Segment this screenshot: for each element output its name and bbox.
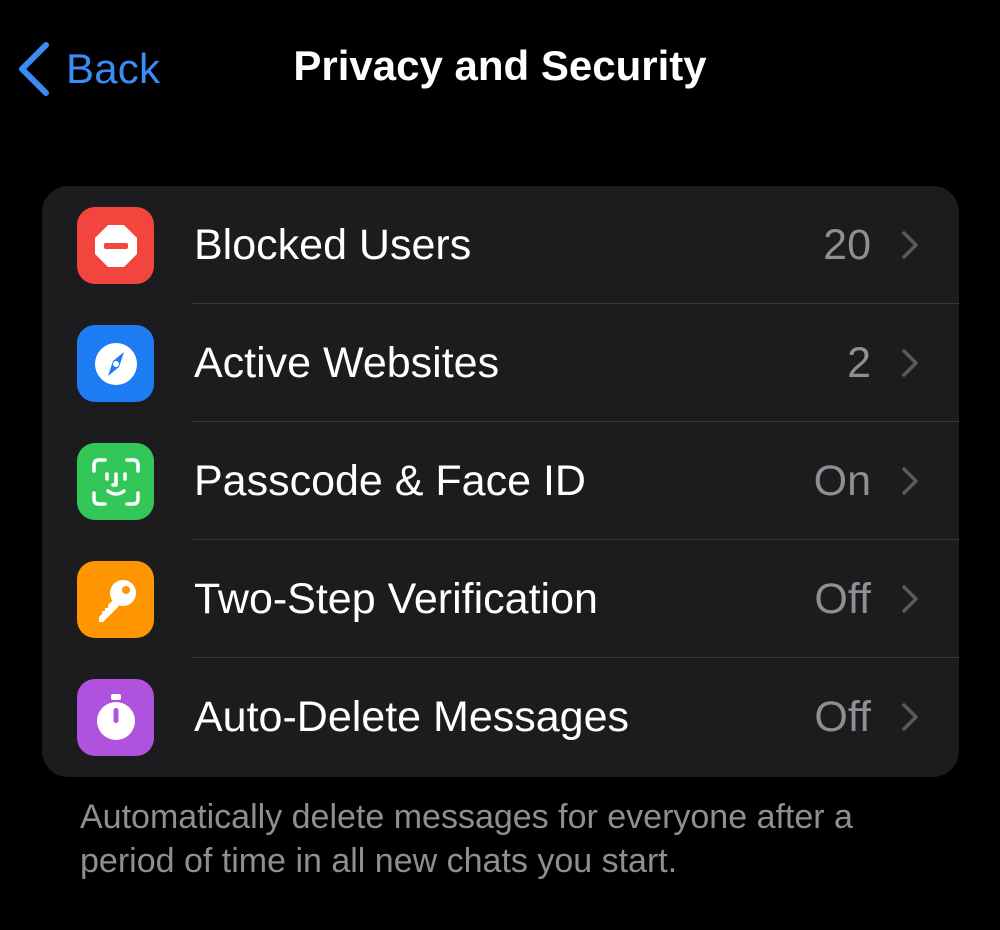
auto-delete-messages-row[interactable]: Auto-Delete Messages Off: [42, 658, 959, 776]
privacy-security-screen: Back Privacy and Security Blocked Users …: [0, 0, 1000, 930]
auto-delete-messages-status: Off: [814, 693, 871, 741]
key-icon: [77, 561, 154, 638]
no-entry-icon: [77, 207, 154, 284]
blocked-users-row[interactable]: Blocked Users 20: [42, 186, 959, 304]
blocked-users-label: Blocked Users: [194, 221, 472, 269]
auto-delete-messages-label: Auto-Delete Messages: [194, 693, 629, 741]
navigation-bar: Back Privacy and Security: [0, 0, 1000, 140]
active-websites-row[interactable]: Active Websites 2: [42, 304, 959, 422]
two-step-verification-row[interactable]: Two-Step Verification Off: [42, 540, 959, 658]
chevron-right-icon: [902, 703, 918, 731]
chevron-right-icon: [902, 467, 918, 495]
chevron-right-icon: [902, 349, 918, 377]
page-title: Privacy and Security: [293, 42, 707, 89]
passcode-face-id-label: Passcode & Face ID: [194, 457, 586, 505]
passcode-face-id-row[interactable]: Passcode & Face ID On: [42, 422, 959, 540]
privacy-settings-list: Blocked Users 20 Active Websites 2 Passc…: [42, 186, 959, 777]
chevron-right-icon: [902, 585, 918, 613]
passcode-face-id-status: On: [813, 457, 871, 505]
auto-delete-footnote: Automatically delete messages for everyo…: [80, 798, 853, 880]
blocked-users-count: 20: [823, 221, 871, 269]
active-websites-count: 2: [847, 339, 871, 387]
two-step-verification-label: Two-Step Verification: [194, 575, 598, 623]
timer-icon: [77, 679, 154, 756]
two-step-verification-status: Off: [814, 575, 871, 623]
compass-icon: [77, 325, 154, 402]
active-websites-label: Active Websites: [194, 339, 500, 387]
chevron-right-icon: [902, 231, 918, 259]
face-id-icon: [77, 443, 154, 520]
